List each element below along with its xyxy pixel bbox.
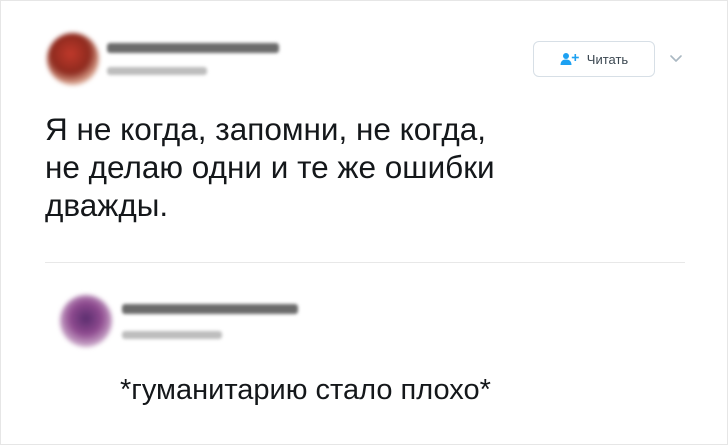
divider [45,262,685,263]
tweet-text-line: дважды. [45,187,169,223]
author-handle-blurred [122,331,222,339]
chevron-down-icon[interactable] [668,52,684,64]
tweet-text-line: не делаю одни и те же ошибки [45,149,495,185]
reply-text: *гуманитарию стало плохо* [120,374,491,406]
author-name-blurred[interactable] [122,304,298,314]
author-handle-blurred [107,67,207,75]
follow-button[interactable]: Читать [533,41,655,77]
follow-button-label: Читать [586,51,629,67]
add-user-icon [560,52,580,66]
tweet-text: Я не когда, запомни, не когда, не делаю … [45,110,685,224]
avatar[interactable] [60,295,112,347]
tweet-text-line: Я не когда, запомни, не когда, [45,111,487,147]
avatar[interactable] [47,33,99,85]
author-name-blurred[interactable] [107,43,279,53]
